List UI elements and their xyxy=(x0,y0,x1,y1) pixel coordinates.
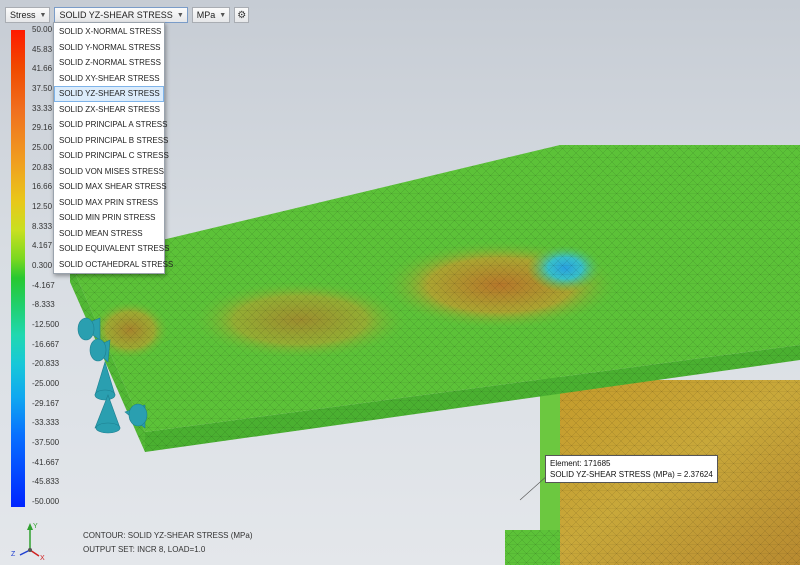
legend-tick-label: 37.50 xyxy=(32,84,53,93)
settings-button[interactable]: ⚙ xyxy=(234,7,250,23)
triad-z-label: Z xyxy=(11,551,16,558)
probe-value: SOLID YZ-SHEAR STRESS (MPa) = 2.37624 xyxy=(550,470,713,479)
legend-tick-label: 45.83 xyxy=(32,44,53,54)
dropdown-item[interactable]: SOLID PRINCIPAL A STRESS xyxy=(54,117,167,133)
legend-tick-label: -33.333 xyxy=(32,418,60,428)
axis-triad: Y Z X xyxy=(11,523,45,560)
legend-tick-label: 0.300 xyxy=(32,261,53,270)
output-set-label: OUTPUT SET: INCR 8, LOAD=1.0 xyxy=(83,545,206,554)
dropdown-item[interactable]: SOLID X-NORMAL STRESS xyxy=(54,24,164,40)
legend-tick-label: 41.66 xyxy=(32,64,53,74)
results-toolbar: Stress ▼ SOLID YZ-SHEAR STRESS ▼ MPa ▼ ⚙ xyxy=(5,7,250,23)
legend-tick-label: 8.333 xyxy=(32,221,53,231)
dropdown-item[interactable]: SOLID MIN PRIN STRESS xyxy=(54,210,164,226)
legend-tick-label: -25.000 xyxy=(32,379,60,388)
chevron-down-icon: ▼ xyxy=(39,11,47,19)
dropdown-item[interactable]: SOLID VON MISES STRESS xyxy=(54,164,164,180)
legend-tick-label: 16.66 xyxy=(32,182,53,192)
legend-tick-label: -37.500 xyxy=(32,438,60,447)
result-type-select[interactable]: Stress ▼ xyxy=(5,7,51,23)
legend-tick-label: 25.00 xyxy=(32,143,53,152)
legend-tick-label: 29.16 xyxy=(32,123,53,133)
legend-tick-label: 33.33 xyxy=(32,103,53,113)
legend-tick-label: -8.333 xyxy=(32,300,55,310)
legend-tick-label: -16.667 xyxy=(32,339,60,349)
legend-tick-label: -4.167 xyxy=(32,280,55,290)
dropdown-item[interactable]: SOLID XY-SHEAR STRESS xyxy=(54,71,164,87)
dropdown-item[interactable]: SOLID EQUIVALENT STRESS xyxy=(54,241,169,257)
chevron-down-icon: ▼ xyxy=(219,11,227,19)
legend-tick-label: -29.167 xyxy=(32,398,60,408)
dropdown-item[interactable]: SOLID ZX-SHEAR STRESS xyxy=(54,102,164,118)
dropdown-item[interactable]: SOLID Z-NORMAL STRESS xyxy=(54,55,164,71)
probe-tooltip: Element: 171685 SOLID YZ-SHEAR STRESS (M… xyxy=(545,455,718,483)
component-dropdown-list: SOLID X-NORMAL STRESS SOLID Y-NORMAL STRE… xyxy=(53,22,173,274)
dropdown-item[interactable]: SOLID MEAN STRESS xyxy=(54,226,164,242)
legend-tick-label: -12.500 xyxy=(32,320,60,329)
dropdown-item[interactable]: SOLID YZ-SHEAR STRESS xyxy=(54,86,164,102)
dropdown-item[interactable]: SOLID Y-NORMAL STRESS xyxy=(54,40,164,56)
legend-tick-label: 12.50 xyxy=(32,202,53,211)
units-value: MPa xyxy=(196,10,216,20)
dropdown-item[interactable]: SOLID PRINCIPAL C STRESS xyxy=(54,148,169,164)
dropdown-item[interactable]: SOLID OCTAHEDRAL STRESS xyxy=(54,257,173,273)
component-select[interactable]: SOLID YZ-SHEAR STRESS ▼ xyxy=(54,7,188,23)
contour-label: CONTOUR: SOLID YZ-SHEAR STRESS (MPa) xyxy=(83,531,253,540)
chevron-down-icon: ▼ xyxy=(176,11,184,19)
legend-color-bar xyxy=(11,30,25,507)
units-select[interactable]: MPa ▼ xyxy=(191,7,231,23)
result-type-value: Stress xyxy=(10,10,36,20)
legend-tick-label: -50.000 xyxy=(32,497,60,506)
component-value: SOLID YZ-SHEAR STRESS xyxy=(59,10,173,20)
legend-tick-label: -41.667 xyxy=(32,457,60,467)
triad-y-label: Y xyxy=(33,523,38,530)
legend-tick-label: 20.83 xyxy=(32,162,53,172)
gear-icon: ⚙ xyxy=(237,9,247,21)
dropdown-item[interactable]: SOLID MAX SHEAR STRESS xyxy=(54,179,167,195)
legend-tick-label: 50.00 xyxy=(32,25,53,34)
triad-x-label: X xyxy=(40,555,45,560)
dropdown-item[interactable]: SOLID MAX PRIN STRESS xyxy=(54,195,164,211)
legend-tick-label: -45.833 xyxy=(32,477,60,487)
probe-element: Element: 171685 xyxy=(550,459,611,468)
legend-tick-label: 4.167 xyxy=(32,241,53,251)
legend-tick-label: -20.833 xyxy=(32,359,60,369)
dropdown-item[interactable]: SOLID PRINCIPAL B STRESS xyxy=(54,133,168,149)
